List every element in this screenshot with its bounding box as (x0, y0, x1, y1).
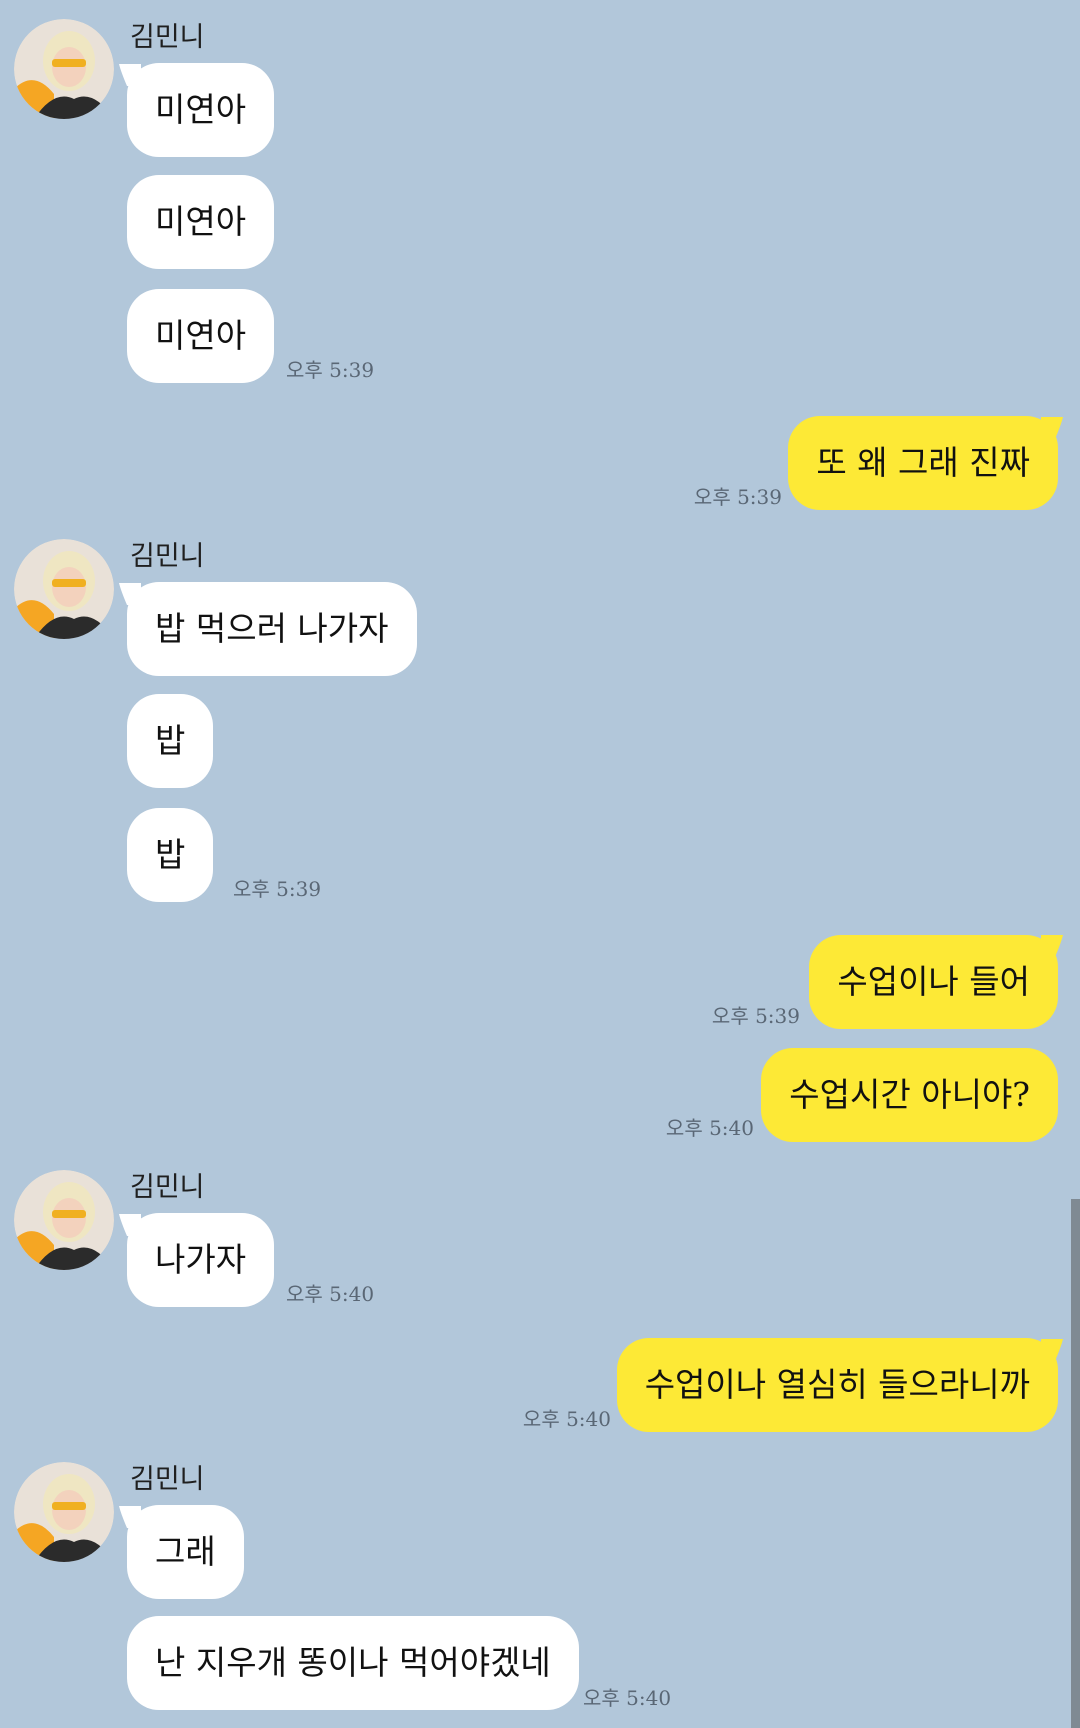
scrollbar-thumb[interactable] (1071, 1199, 1080, 1728)
sender-name: 김민니 (130, 541, 205, 572)
message-bubble-incoming[interactable]: 미연아 (127, 175, 275, 269)
message-bubble-incoming[interactable]: 미연아 (127, 289, 275, 383)
message-timestamp: 오후 5:40 (286, 1282, 375, 1306)
sender-name: 김민니 (130, 1464, 205, 1495)
sender-name: 김민니 (130, 1172, 205, 1203)
sender-name: 김민니 (130, 22, 205, 53)
message-bubble-outgoing[interactable]: 수업이나 들어 (809, 935, 1058, 1029)
message-timestamp: 오후 5:39 (693, 485, 782, 509)
message-bubble-incoming[interactable]: 미연아 (127, 63, 275, 157)
message-timestamp: 오후 5:39 (711, 1004, 800, 1028)
message-timestamp: 오후 5:40 (665, 1116, 754, 1140)
message-bubble-incoming[interactable]: 난 지우개 똥이나 먹어야겠네 (127, 1616, 579, 1710)
message-timestamp: 오후 5:39 (233, 877, 322, 901)
avatar[interactable] (14, 1462, 114, 1562)
message-bubble-incoming[interactable]: 그래 (127, 1505, 244, 1599)
message-timestamp: 오후 5:40 (522, 1407, 611, 1431)
message-bubble-incoming[interactable]: 나가자 (127, 1213, 275, 1307)
message-bubble-outgoing[interactable]: 또 왜 그래 진짜 (788, 416, 1058, 510)
avatar[interactable] (14, 19, 114, 119)
message-bubble-incoming[interactable]: 밥 (127, 808, 214, 902)
message-bubble-incoming[interactable]: 밥 (127, 694, 214, 788)
message-bubble-outgoing[interactable]: 수업이나 열심히 들으라니까 (616, 1338, 1058, 1432)
avatar[interactable] (14, 539, 114, 639)
message-bubble-outgoing[interactable]: 수업시간 아니야? (761, 1048, 1058, 1142)
message-timestamp: 오후 5:39 (286, 358, 375, 382)
avatar[interactable] (14, 1170, 114, 1270)
message-timestamp: 오후 5:40 (583, 1686, 672, 1710)
message-bubble-incoming[interactable]: 밥 먹으러 나가자 (127, 582, 417, 676)
